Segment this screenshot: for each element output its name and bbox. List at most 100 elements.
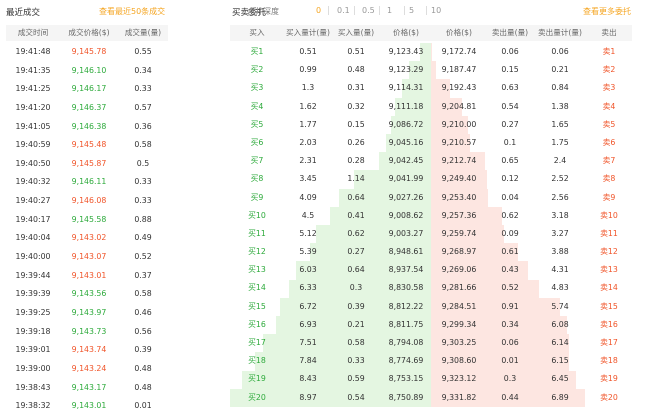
col-trade-price: 成交价格($): [68, 28, 110, 37]
sell-volume: 0.06: [501, 338, 519, 347]
sell-level: 卖6: [602, 137, 616, 147]
buy-level: 买5: [250, 119, 264, 129]
trade-time: 19:39:39: [15, 289, 51, 299]
trade-time: 19:40:17: [15, 214, 51, 224]
ask-price: 9,268.97: [441, 247, 477, 257]
bid-price: 9,123.29: [388, 65, 424, 75]
sell-cumulative: 3.88: [551, 247, 569, 257]
bid-price: 8,794.08: [388, 338, 424, 347]
ask-price: 9,259.74: [441, 228, 477, 238]
buy-volume: 0.51: [347, 47, 365, 56]
order-book-row: 买18 7.84 0.33 8,774.69 9,308.60 0.01 6.15 卖18: [230, 352, 632, 370]
trade-time: 19:38:43: [15, 382, 51, 392]
ask-price: 9,331.82: [441, 392, 477, 402]
order-book-row: 买6 2.03 0.26 9,045.16 9,210.57 0.1 1.75 卖6: [230, 134, 632, 152]
bid-price: 9,008.62: [388, 210, 424, 220]
trade-time: 19:40:50: [15, 158, 51, 168]
buy-volume: 0.28: [347, 156, 365, 166]
sell-volume: 0.44: [501, 392, 519, 402]
buy-volume: 0.15: [347, 119, 365, 129]
sell-cumulative: 6.45: [551, 374, 569, 384]
bid-price: 9,027.26: [388, 192, 424, 202]
buy-level: 买3: [250, 83, 264, 93]
buy-volume: 0.31: [347, 83, 365, 93]
sell-cumulative: 1.38: [551, 101, 569, 111]
merge-depth-label: 合并深度: [247, 7, 279, 16]
view-recent-trades-link[interactable]: 查看最近50条成交: [99, 6, 165, 17]
sell-level: 卖19: [600, 374, 618, 384]
order-book-row: 买3 1.3 0.31 9,114.31 9,192.43 0.63 0.84 卖3: [230, 79, 632, 97]
recent-trades-title: 最近成交: [6, 8, 41, 18]
trade-volume: 0.37: [134, 270, 152, 280]
buy-level: 买12: [248, 247, 266, 257]
ask-price: 9,212.74: [441, 156, 477, 166]
view-more-orders-link[interactable]: 查看更多委托: [583, 6, 631, 17]
sell-level: 卖16: [600, 319, 618, 329]
sell-volume: 0.1: [503, 137, 517, 147]
buy-cumulative: 8.97: [299, 392, 317, 402]
sell-cumulative: 4.31: [551, 265, 569, 275]
trade-volume: 0.46: [134, 307, 152, 317]
col-sell-volume: 卖出量(量): [491, 28, 529, 37]
merge-option-0-1[interactable]: 0.1: [337, 6, 350, 15]
merge-option-5[interactable]: 5: [409, 6, 414, 15]
trade-volume: 0.88: [134, 214, 152, 224]
col-buy-cumulative: 买入量计(量): [286, 28, 330, 37]
buy-volume: 0.3: [349, 283, 363, 293]
trade-price: 9,146.38: [71, 121, 107, 131]
trade-volume: 0.33: [134, 84, 152, 94]
ask-price: 9,303.25: [441, 338, 477, 347]
sell-cumulative: 6.08: [551, 319, 569, 329]
col-buy-volume: 买入量(量): [337, 28, 375, 37]
trade-time: 19:41:20: [15, 102, 51, 112]
ask-price: 9,308.60: [441, 356, 477, 366]
ask-price: 9,323.12: [441, 374, 477, 384]
buy-cumulative: 6.33: [299, 283, 317, 293]
buy-cumulative: 2.03: [299, 137, 317, 147]
order-book-row: 买15 6.72 0.39 8,812.22 9,284.51 0.91 5.74 卖15: [230, 298, 632, 316]
bid-price: 8,811.75: [388, 319, 424, 329]
sell-level: 卖17: [600, 338, 618, 347]
buy-cumulative: 2.31: [299, 156, 317, 166]
buy-cumulative: 1.77: [299, 119, 317, 129]
merge-option-0-5[interactable]: 0.5: [362, 6, 375, 15]
buy-cumulative: 1.3: [301, 83, 315, 93]
sell-level: 卖7: [602, 156, 616, 166]
sell-level: 卖14: [600, 283, 618, 293]
buy-cumulative: 8.43: [299, 374, 317, 384]
buy-cumulative: 4.5: [301, 210, 315, 220]
buy-cumulative: 4.09: [299, 192, 317, 202]
bid-price: 9,041.99: [388, 174, 424, 184]
sell-level: 卖9: [602, 192, 616, 202]
buy-cumulative: 0.51: [299, 47, 317, 56]
ask-price: 9,299.34: [441, 319, 477, 329]
trade-row: 19:40:32 9,146.11 0.33: [6, 173, 168, 192]
trade-volume: 0.33: [134, 196, 152, 206]
buy-level: 买2: [250, 65, 264, 75]
merge-option-0[interactable]: 0: [316, 6, 321, 15]
sell-cumulative: 2.52: [551, 174, 569, 184]
sell-level: 卖5: [602, 119, 616, 129]
trade-volume: 0.5: [136, 158, 150, 168]
buy-cumulative: 5.12: [299, 228, 317, 238]
trade-row: 19:40:04 9,143.02 0.49: [6, 229, 168, 248]
trade-row: 19:40:27 9,146.08 0.33: [6, 192, 168, 211]
trade-price: 9,143.07: [71, 252, 107, 262]
trade-time: 19:40:32: [15, 177, 51, 187]
merge-option-1[interactable]: 1: [387, 6, 392, 15]
trade-price: 9,146.17: [71, 84, 107, 94]
trade-price: 9,143.17: [71, 382, 107, 392]
order-book-row: 买20 8.97 0.54 8,750.89 9,331.82 0.44 6.89 卖20: [230, 389, 632, 407]
trade-time: 19:39:00: [15, 363, 51, 373]
sell-level: 卖15: [600, 301, 618, 311]
trade-time: 19:41:35: [15, 65, 51, 75]
order-book-row: 买14 6.33 0.3 8,830.58 9,281.66 0.52 4.83 卖14: [230, 279, 632, 297]
bid-price: 8,753.15: [388, 374, 424, 384]
merge-option-10[interactable]: 10: [431, 6, 441, 15]
buy-volume: 0.54: [347, 392, 365, 402]
trade-time: 19:39:01: [15, 345, 51, 355]
trade-row: 19:39:39 9,143.56 0.58: [6, 285, 168, 304]
col-sell-cumulative: 卖出量计(量): [538, 28, 582, 37]
trade-time: 19:38:32: [15, 401, 51, 411]
trade-row: 19:41:48 9,145.78 0.55: [6, 43, 168, 62]
